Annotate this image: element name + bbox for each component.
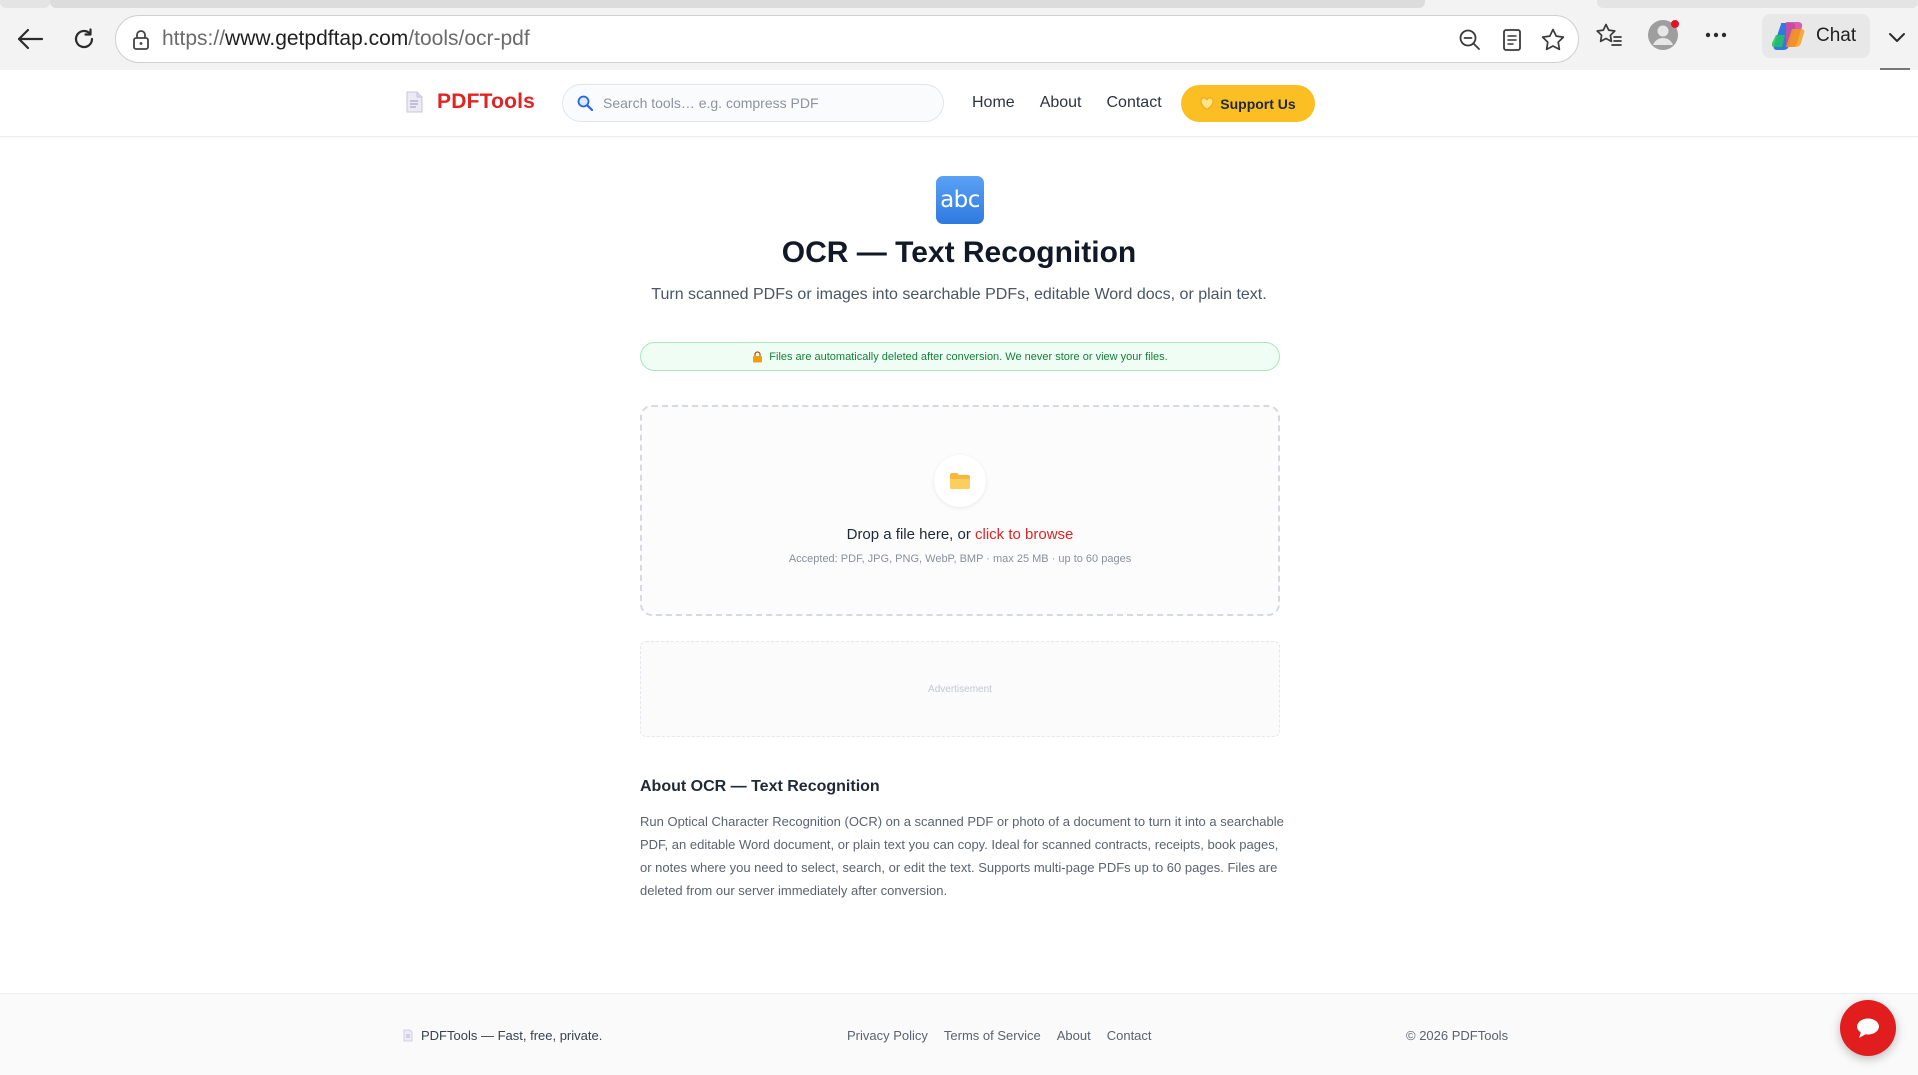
footer-about-link[interactable]: About [1057,1028,1091,1043]
browse-link[interactable]: click to browse [975,526,1073,543]
logo-text: PDFTools [437,90,536,113]
site-logo[interactable]: PDFTools [405,90,535,114]
chevron-down-icon [1889,33,1905,42]
lock-icon [753,350,763,362]
tool-search-box[interactable] [562,84,944,122]
address-bar[interactable]: https://www.getpdftap.com/tools/ocr-pdf [115,15,1579,63]
copilot-chat-label: Chat [1816,25,1857,46]
refresh-button[interactable] [64,19,104,59]
chat-widget-button[interactable] [1840,1000,1896,1056]
copyright-text: © 2026 PDFTools [1406,1028,1509,1043]
favorites-list-icon[interactable] [1591,17,1627,53]
site-info-lock-icon[interactable] [128,27,154,53]
tool-search-input[interactable] [601,94,925,112]
dropzone-prompt: Drop a file here, or click to browse [642,526,1278,543]
copilot-icon [1772,22,1805,50]
footer-contact-link[interactable]: Contact [1107,1028,1152,1043]
footer-privacy-link[interactable]: Privacy Policy [847,1028,928,1043]
privacy-banner: Files are automatically deleted after co… [640,342,1280,371]
browser-toolbar: https://www.getpdftap.com/tools/ocr-pdf [0,0,1918,71]
about-heading: About OCR — Text Recognition [640,778,880,795]
folder-badge [934,455,986,507]
support-us-button[interactable]: Support Us [1181,85,1315,122]
url-scheme: https:// [162,27,226,50]
copilot-chat-button[interactable]: Chat [1762,14,1870,58]
page-subtitle: Turn scanned PDFs or images into searcha… [651,286,1267,303]
nav-about[interactable]: About [1040,94,1082,112]
tab-strip-edge [0,0,50,8]
profile-avatar-icon[interactable] [1645,17,1681,53]
document-icon [406,91,423,113]
more-options-icon[interactable] [1698,17,1734,53]
url-host: www.getpdftap.com [225,27,409,50]
arrow-left-icon [17,28,44,50]
about-body: Run Optical Character Recognition (OCR) … [640,814,1284,898]
footer-brand-text: PDFTools — Fast, free, private. [421,1028,603,1043]
chat-bubble-icon [1857,1018,1879,1038]
main-nav: Home About Contact [972,70,1187,136]
footer-links: Privacy Policy Terms of Service About Co… [847,1028,1152,1043]
profile-notification-dot [1671,20,1679,28]
zoom-out-icon[interactable] [1457,27,1483,53]
ocr-tool-icon: abc [936,176,984,224]
site-header: PDFTools Home About Contact Support Us [0,70,1918,137]
tab-strip-edge [1597,0,1918,8]
page-title: OCR — Text Recognition [781,236,1137,269]
advertisement-label: Advertisement [928,683,992,695]
address-url[interactable]: https://www.getpdftap.com/tools/ocr-pdf [162,16,530,62]
site-footer: PDFTools — Fast, free, private. Privacy … [0,993,1918,1075]
support-us-label: Support Us [1220,95,1296,112]
nav-home[interactable]: Home [972,94,1015,112]
back-button[interactable] [10,19,50,59]
file-dropzone[interactable]: Drop a file here, or click to browse Acc… [640,405,1280,616]
search-icon [577,95,593,111]
sidebar-toggle-button[interactable] [1880,19,1914,55]
accepted-formats: Accepted: PDF, JPG, PNG, WebP, BMP · max… [788,553,1132,565]
reader-view-icon[interactable] [1499,27,1525,53]
advertisement-slot: Advertisement [640,641,1280,737]
footer-terms-link[interactable]: Terms of Service [944,1028,1041,1043]
ocr-icon-text: abc [940,187,980,213]
privacy-text: Files are automatically deleted after co… [769,350,1168,363]
heart-icon [1200,96,1214,110]
url-path: /tools/ocr-pdf [408,27,530,50]
tab-strip-edge [50,0,1425,8]
nav-contact[interactable]: Contact [1107,94,1162,112]
folder-icon [950,473,970,489]
favorite-star-icon[interactable] [1540,27,1566,53]
document-icon [403,1029,413,1042]
refresh-icon [74,28,94,49]
footer-brand: PDFTools — Fast, free, private. [403,1028,602,1043]
dropzone-prompt-text: Drop a file here, or [846,526,976,543]
